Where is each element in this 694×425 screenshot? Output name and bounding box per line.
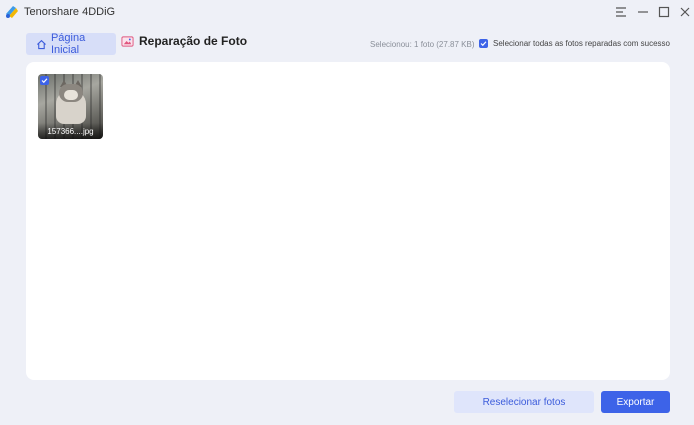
photo-repair-icon <box>121 35 134 47</box>
app-logo-icon <box>6 6 18 18</box>
minimize-icon[interactable] <box>634 3 652 21</box>
checkbox-checked-icon[interactable] <box>479 39 488 48</box>
app-title: Tenorshare 4DDiG <box>24 6 116 18</box>
export-button[interactable]: Exportar <box>601 391 670 413</box>
home-label: Página Inicial <box>50 32 86 56</box>
select-all-checkbox[interactable]: Selecionar todas as fotos reparadas com … <box>479 39 670 48</box>
section-title: Reparação de Foto <box>139 34 248 48</box>
home-button[interactable]: Página Inicial <box>26 32 116 56</box>
section-header: Reparação de Foto <box>121 34 247 48</box>
photo-filename: 157366....jpg <box>47 127 94 136</box>
menu-icon[interactable] <box>612 3 630 21</box>
selected-info: Selecionou: 1 foto (27.87 KB) <box>370 40 475 49</box>
title-bar: Tenorshare 4DDiG <box>0 0 694 26</box>
photo-list-panel: 157366....jpg <box>26 62 670 380</box>
close-icon[interactable] <box>676 3 694 21</box>
reselect-photos-button[interactable]: Reselecionar fotos <box>454 391 594 413</box>
maximize-icon[interactable] <box>655 3 673 21</box>
select-all-label: Selecionar todas as fotos reparadas com … <box>493 39 670 48</box>
photo-thumbnail[interactable]: 157366....jpg <box>38 74 103 139</box>
photo-checkbox[interactable] <box>40 76 49 85</box>
home-icon <box>36 39 46 49</box>
